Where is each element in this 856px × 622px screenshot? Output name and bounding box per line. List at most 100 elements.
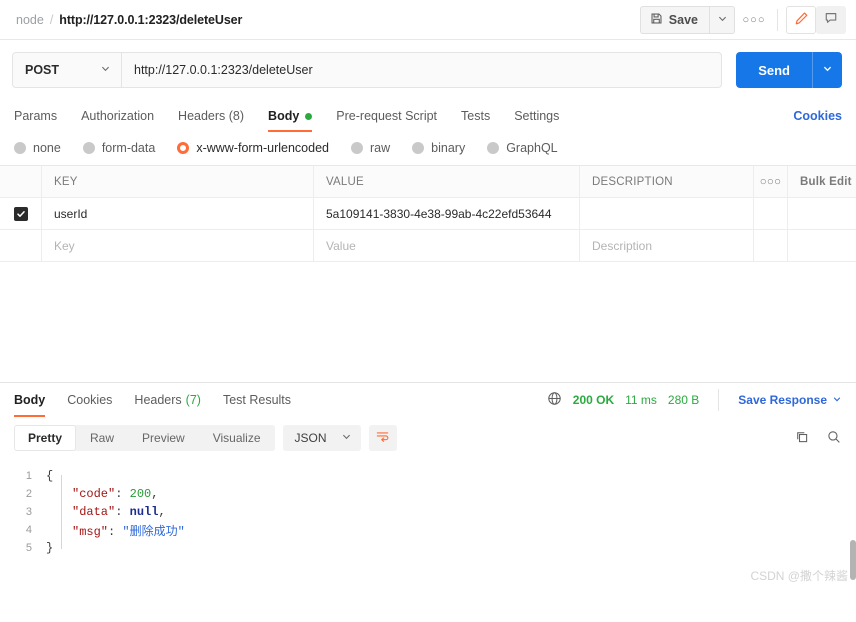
copy-icon[interactable]: [794, 429, 810, 448]
row-value-input[interactable]: 5a109141-3830-4e38-99ab-4c22efd53644: [314, 198, 580, 229]
line-number: 2: [25, 488, 32, 500]
breadcrumb-collection[interactable]: node: [16, 13, 44, 27]
line-number: 4: [25, 524, 32, 536]
body-type-none[interactable]: none: [14, 141, 61, 155]
empty-row-description-input[interactable]: Description: [580, 230, 754, 261]
code-token-punc: :: [115, 487, 130, 501]
status-divider: [718, 389, 720, 411]
response-tab-test-results[interactable]: Test Results: [223, 383, 291, 417]
response-format-select[interactable]: JSON: [282, 425, 361, 451]
response-tab-test-results-label: Test Results: [222, 393, 292, 407]
code-token-str: "删除成功": [122, 524, 185, 539]
word-wrap-button[interactable]: [368, 425, 397, 451]
more-actions-button[interactable]: ○○○: [739, 6, 769, 34]
tab-pre-request-script-label: Pre-request Script: [336, 109, 438, 123]
row-checkbox[interactable]: [0, 198, 42, 229]
toolbar-divider: [777, 8, 778, 31]
chevron-down-icon: [100, 63, 111, 77]
response-format-label: JSON: [294, 431, 327, 445]
floppy-disk-icon: [650, 12, 663, 28]
response-body-code[interactable]: 1{2 "code": 200, 3 "data": null, 4 "msg": "删除…: [0, 459, 856, 591]
response-tab-body-label: Body: [14, 393, 46, 407]
vertical-scrollbar[interactable]: [850, 540, 856, 580]
breadcrumb: node / http://127.0.0.1:2323/deleteUser: [16, 13, 242, 27]
body-type-urlencoded-label: x-www-form-urlencoded: [196, 141, 329, 155]
url-input[interactable]: http://127.0.0.1:2323/deleteUser: [122, 52, 723, 88]
row-value-value: 5a109141-3830-4e38-99ab-4c22efd53644: [326, 206, 552, 221]
row-description-input[interactable]: [580, 198, 754, 229]
request-body-empty-space: [0, 262, 856, 382]
empty-row-key-input[interactable]: Key: [42, 230, 314, 261]
tab-authorization[interactable]: Authorization: [81, 100, 154, 132]
tab-body[interactable]: Body: [268, 100, 313, 132]
code-token-punc: ,: [158, 505, 166, 519]
response-size: 280 B: [667, 393, 700, 407]
send-dropdown-button[interactable]: [812, 52, 842, 88]
table-row[interactable]: userId 5a109141-3830-4e38-99ab-4c22efd53…: [0, 198, 856, 230]
http-method-select[interactable]: POST: [12, 52, 122, 88]
code-line-content: }: [46, 541, 53, 555]
response-tab-body[interactable]: Body: [14, 383, 46, 417]
row-key-input[interactable]: userId: [42, 198, 314, 229]
save-button[interactable]: Save: [639, 5, 709, 34]
save-dropdown-button[interactable]: [709, 5, 735, 34]
bulk-edit-button[interactable]: Bulk Edit: [788, 166, 856, 197]
code-line: 4 "msg": "删除成功": [0, 521, 856, 539]
ellipsis-icon: ○○○: [742, 13, 766, 26]
radio-icon: [82, 142, 95, 154]
header-value: VALUE: [314, 166, 580, 197]
code-line-content: "msg": "删除成功": [46, 522, 185, 539]
body-type-form-data[interactable]: form-data: [82, 141, 155, 155]
header-description: DESCRIPTION: [580, 166, 754, 197]
code-token-num: 200: [129, 487, 152, 501]
tab-params[interactable]: Params: [14, 100, 57, 132]
code-token-key: "code": [72, 487, 116, 501]
response-tab-headers[interactable]: Headers (7): [134, 383, 201, 417]
body-type-binary-label: binary: [431, 141, 466, 155]
edit-request-button[interactable]: [786, 5, 816, 34]
globe-icon[interactable]: [547, 391, 562, 409]
comments-button[interactable]: [816, 5, 846, 34]
table-options-button[interactable]: ○○○: [754, 166, 788, 197]
viewer-mode-preview[interactable]: Preview: [128, 425, 199, 451]
cookies-link[interactable]: Cookies: [793, 109, 842, 123]
empty-row-checkbox[interactable]: [0, 230, 42, 261]
code-token-punc: :: [115, 505, 130, 519]
chevron-down-icon: [832, 393, 842, 407]
row-spacer: [788, 198, 856, 229]
response-status-bar: 200 OK 11 ms 280 B Save Response: [547, 389, 842, 411]
empty-row-options[interactable]: [754, 230, 788, 261]
code-line-content: {: [46, 469, 53, 483]
body-type-binary[interactable]: binary: [412, 141, 465, 155]
response-tab-cookies-label: Cookies: [67, 393, 113, 407]
viewer-mode-pretty[interactable]: Pretty: [14, 425, 77, 451]
tab-body-label: Body: [268, 109, 300, 123]
tab-settings[interactable]: Settings: [514, 100, 559, 132]
code-token-null: null: [129, 505, 159, 519]
send-button[interactable]: Send: [736, 52, 812, 88]
body-type-raw[interactable]: raw: [351, 141, 390, 155]
breadcrumb-request-name[interactable]: http://127.0.0.1:2323/deleteUser: [59, 13, 242, 27]
response-time: 11 ms: [625, 393, 657, 407]
table-row-empty[interactable]: Key Value Description: [0, 230, 856, 262]
body-type-urlencoded[interactable]: x-www-form-urlencoded: [177, 141, 329, 155]
viewer-mode-raw[interactable]: Raw: [76, 425, 128, 451]
code-line: 2 "code": 200,: [0, 485, 856, 503]
viewer-mode-visualize[interactable]: Visualize: [199, 425, 275, 451]
code-token-punc: }: [46, 541, 54, 555]
code-line-content: "code": 200,: [46, 487, 158, 501]
empty-row-spacer: [788, 230, 856, 261]
code-fold-line: [61, 475, 62, 549]
row-options[interactable]: [754, 198, 788, 229]
tab-headers[interactable]: Headers (8): [178, 100, 244, 132]
tab-headers-label: Headers (8): [178, 109, 245, 123]
save-response-button[interactable]: Save Response: [738, 393, 842, 407]
params-table: KEY VALUE DESCRIPTION ○○○ Bulk Edit user…: [0, 165, 856, 262]
tab-tests[interactable]: Tests: [461, 100, 490, 132]
search-icon[interactable]: [826, 429, 842, 448]
response-tab-cookies[interactable]: Cookies: [67, 383, 112, 417]
chevron-down-icon: [341, 431, 352, 445]
empty-row-value-input[interactable]: Value: [314, 230, 580, 261]
body-type-graphql[interactable]: GraphQL: [487, 141, 558, 155]
tab-pre-request-script[interactable]: Pre-request Script: [336, 100, 437, 132]
